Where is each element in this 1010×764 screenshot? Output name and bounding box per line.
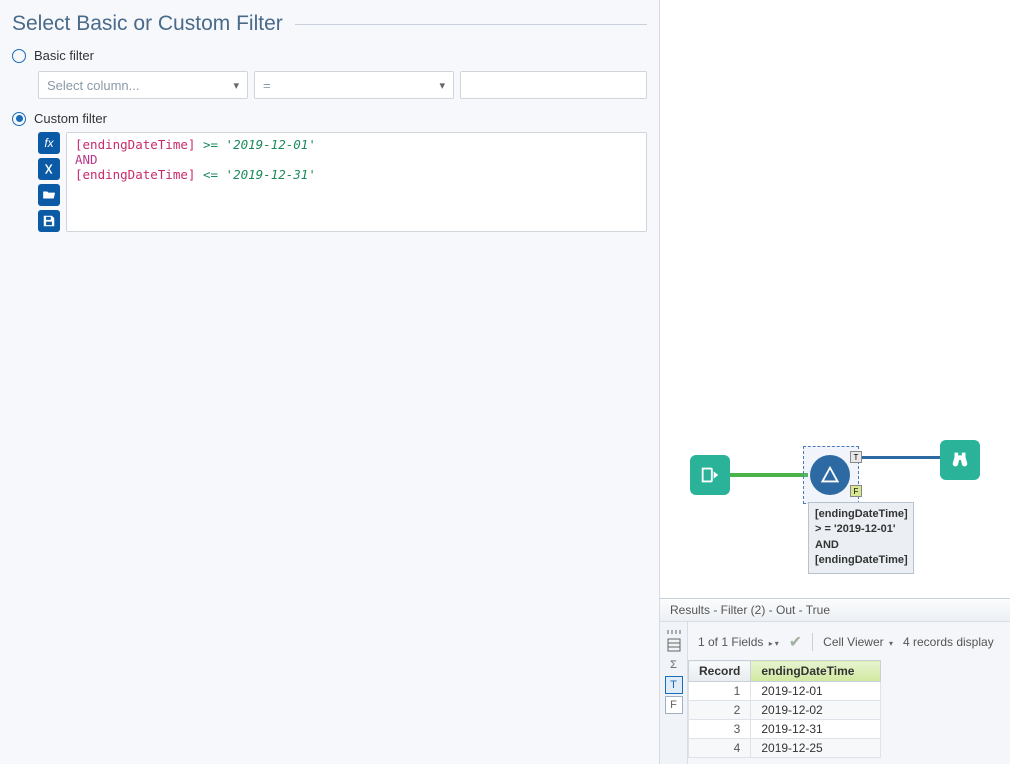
variable-button[interactable] — [38, 158, 60, 180]
row-number: 1 — [689, 682, 751, 701]
results-side-tools: Σ T F — [660, 622, 688, 764]
false-anchor[interactable]: F — [850, 485, 862, 497]
table-row[interactable]: 42019-12-25 — [689, 739, 881, 758]
folder-open-button[interactable] — [38, 184, 60, 206]
true-output-button[interactable]: T — [665, 676, 683, 694]
row-number: 2 — [689, 701, 751, 720]
value-input[interactable] — [460, 71, 647, 99]
chevron-down-icon: ▾ — [233, 79, 239, 92]
folder-open-icon — [42, 188, 56, 202]
results-toolbar: 1 of 1 Fields ▸▾ ✔ Cell Viewer ▾ 4 recor… — [688, 628, 1010, 656]
custom-filter-radio[interactable] — [12, 112, 26, 126]
cell-ending: 2019-12-01 — [751, 682, 881, 701]
results-panel: Results - Filter (2) - Out - True Σ T F … — [660, 598, 1010, 764]
custom-filter-radio-row[interactable]: Custom filter — [12, 111, 647, 126]
filter-tooltip: [endingDateTime] > = '2019-12-01' AND [e… — [808, 502, 914, 574]
cell-ending: 2019-12-25 — [751, 739, 881, 758]
basic-filter-label: Basic filter — [34, 48, 94, 63]
connection-input-filter — [730, 473, 808, 477]
table-view-icon[interactable] — [665, 636, 683, 654]
records-info: 4 records display — [903, 635, 994, 649]
expression-editor[interactable]: [endingDateTime] >= '2019-12-01' AND [en… — [66, 132, 647, 232]
custom-filter-label: Custom filter — [34, 111, 107, 126]
sigma-icon[interactable]: Σ — [665, 656, 683, 674]
x-variable-icon — [42, 162, 56, 176]
true-anchor[interactable]: T — [850, 451, 862, 463]
row-number: 3 — [689, 720, 751, 739]
cell-ending: 2019-12-02 — [751, 701, 881, 720]
input-icon — [699, 464, 721, 486]
table-row[interactable]: 12019-12-01 — [689, 682, 881, 701]
cell-ending: 2019-12-31 — [751, 720, 881, 739]
connection-filter-browse — [862, 456, 940, 459]
column-header-record[interactable]: Record — [689, 661, 751, 682]
column-dropdown[interactable]: Select column... ▾ — [38, 71, 248, 99]
browse-tool-node[interactable] — [940, 440, 980, 480]
cell-viewer-dropdown[interactable]: Cell Viewer ▾ — [823, 635, 893, 649]
drag-handle-icon[interactable] — [667, 630, 681, 634]
table-row[interactable]: 32019-12-31 — [689, 720, 881, 739]
save-icon — [42, 214, 56, 228]
input-tool-node[interactable] — [690, 455, 730, 495]
filter-icon — [819, 464, 841, 486]
results-table: Record endingDateTime 12019-12-0122019-1… — [688, 660, 881, 758]
fields-count[interactable]: 1 of 1 Fields ▸▾ — [698, 635, 779, 649]
config-panel: Select Basic or Custom Filter Basic filt… — [0, 0, 660, 764]
fx-button[interactable]: fx — [38, 132, 60, 154]
row-number: 4 — [689, 739, 751, 758]
results-header: Results - Filter (2) - Out - True — [660, 599, 1010, 622]
save-button[interactable] — [38, 210, 60, 232]
check-icon[interactable]: ✔ — [789, 632, 802, 652]
basic-filter-radio-row[interactable]: Basic filter — [12, 48, 647, 63]
basic-filter-radio[interactable] — [12, 49, 26, 63]
panel-title: Select Basic or Custom Filter — [12, 12, 647, 36]
filter-tool-node[interactable] — [810, 455, 850, 495]
binoculars-icon — [949, 449, 971, 471]
right-panel: T F [endingDateTime] > = '2019-12-01' AN… — [660, 0, 1010, 764]
workflow-canvas[interactable]: T F [endingDateTime] > = '2019-12-01' AN… — [660, 0, 1010, 598]
operator-dropdown[interactable]: = ▾ — [254, 71, 454, 99]
false-output-button[interactable]: F — [665, 696, 683, 714]
column-header-ending[interactable]: endingDateTime — [751, 661, 881, 682]
chevron-down-icon: ▾ — [439, 79, 445, 92]
table-row[interactable]: 22019-12-02 — [689, 701, 881, 720]
